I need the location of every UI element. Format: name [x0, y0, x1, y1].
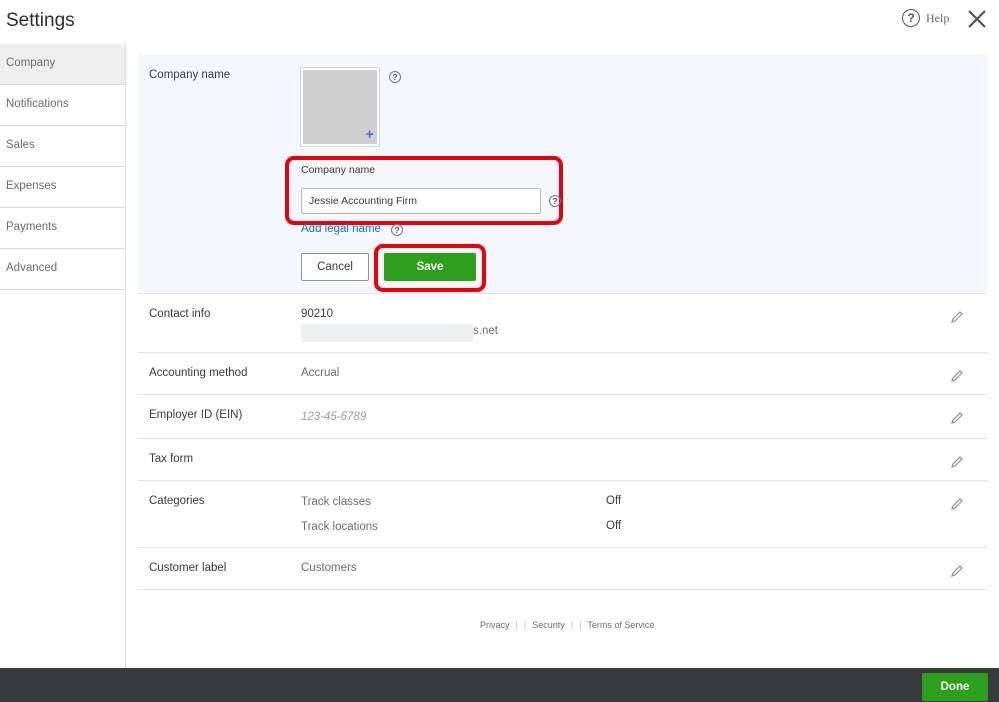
categories-label: Categories — [149, 495, 205, 507]
help-label: Help — [926, 10, 950, 25]
edit-taxform-pencil-icon[interactable] — [950, 455, 964, 469]
settings-sidebar: Company Notifications Sales Expenses Pay… — [0, 44, 126, 668]
settings-main: Company name + ? Company name ? Add lega… — [138, 54, 988, 590]
settings-header: Settings ? Help — [0, 0, 999, 44]
track-locations-label: Track locations — [301, 521, 378, 533]
edit-categories-pencil-icon[interactable] — [950, 497, 964, 511]
company-name-field-label: Company name — [301, 164, 376, 176]
track-classes-value: Off — [606, 495, 622, 507]
legal-name-help-icon[interactable]: ? — [391, 224, 403, 236]
edit-contact-pencil-icon[interactable] — [950, 310, 964, 324]
contact-info-label: Contact info — [149, 308, 211, 320]
done-button[interactable]: Done — [922, 673, 988, 701]
sidebar-item-expenses[interactable]: Expenses — [0, 167, 125, 208]
accounting-method-label: Accounting method — [149, 367, 248, 379]
contact-email-partial: s.net — [473, 325, 498, 337]
categories-row: Categories Track classes Off Track locat… — [138, 481, 988, 548]
company-logo-upload[interactable]: + — [301, 68, 379, 146]
sidebar-item-notifications[interactable]: Notifications — [0, 85, 125, 126]
save-button[interactable]: Save — [384, 253, 476, 281]
tax-form-label: Tax form — [149, 453, 194, 465]
footer-separator: | — [523, 620, 527, 630]
terms-link[interactable]: Terms of Service — [587, 620, 654, 630]
ein-placeholder: 123-45-6789 — [301, 411, 367, 423]
footer-separator: | — [515, 620, 518, 630]
logo-help-icon[interactable]: ? — [389, 71, 401, 83]
accounting-method-value: Accrual — [301, 367, 340, 379]
help-button[interactable]: ? Help — [902, 9, 949, 27]
cancel-button[interactable]: Cancel — [301, 253, 369, 281]
sidebar-item-advanced[interactable]: Advanced — [0, 249, 125, 290]
redacted-email — [301, 324, 473, 342]
edit-customer-label-pencil-icon[interactable] — [950, 564, 964, 578]
add-legal-name-link[interactable]: Add legal name — [301, 223, 381, 235]
contact-info-row: Contact info 90210 s.net — [138, 294, 988, 353]
tax-form-row: Tax form — [138, 439, 988, 481]
track-classes-label: Track classes — [301, 496, 371, 508]
page-title: Settings — [6, 10, 75, 31]
contact-zip: 90210 — [301, 308, 333, 320]
ein-label: Employer ID (EIN) — [149, 409, 243, 421]
accounting-method-row: Accounting method Accrual — [138, 353, 988, 395]
ein-row: Employer ID (EIN) 123-45-6789 — [138, 395, 988, 439]
sidebar-item-sales[interactable]: Sales — [0, 126, 125, 167]
company-name-input[interactable] — [301, 188, 541, 214]
sidebar-item-payments[interactable]: Payments — [0, 208, 125, 249]
track-locations-value: Off — [606, 520, 622, 532]
footer-links: Privacy | | Security | | Terms of Servic… — [480, 620, 654, 630]
privacy-link[interactable]: Privacy — [480, 620, 510, 630]
company-section-label: Company name — [149, 69, 231, 81]
customer-label-row: Customer label Customers — [138, 548, 988, 590]
footer-separator: | — [579, 620, 582, 630]
sidebar-item-company[interactable]: Company — [0, 44, 125, 85]
security-link[interactable]: Security — [532, 620, 565, 630]
company-name-help-icon[interactable]: ? — [549, 195, 561, 207]
customer-label-value: Customers — [301, 562, 357, 574]
help-icon: ? — [902, 9, 920, 27]
customer-label-label: Customer label — [149, 562, 227, 574]
close-icon[interactable] — [966, 8, 988, 30]
edit-ein-pencil-icon[interactable] — [950, 411, 964, 425]
company-name-section: Company name + ? Company name ? Add lega… — [138, 54, 988, 294]
footer-separator: | — [570, 620, 574, 630]
bottom-bar — [0, 668, 999, 702]
plus-icon: + — [365, 126, 374, 143]
edit-accounting-pencil-icon[interactable] — [950, 369, 964, 383]
